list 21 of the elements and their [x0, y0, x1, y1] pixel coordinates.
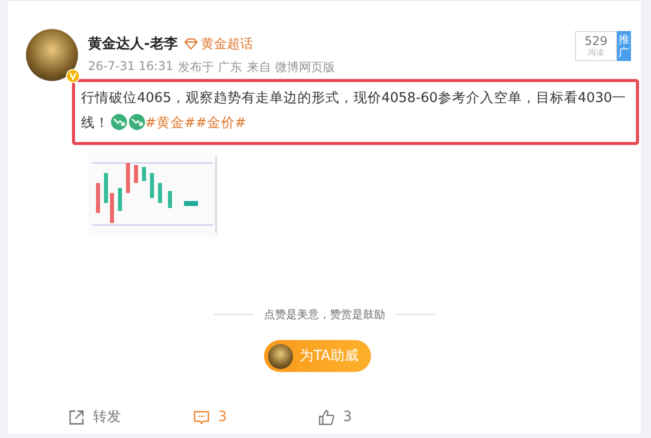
share-icon	[68, 408, 85, 426]
post-text: 行情破位4065，观察趋势有走单边的形式，现价4058-60参考介入空单，目标看4030一线！ #黄金##金价#	[72, 79, 639, 145]
promote-button[interactable]: 推广	[617, 31, 631, 61]
post-time: 26-7-31 16:31	[88, 59, 174, 75]
trend-down-emoji-icon	[129, 114, 145, 130]
cheer-button[interactable]: 为TA助威	[264, 340, 371, 372]
trend-down-emoji-icon	[111, 114, 127, 130]
comment-icon	[193, 408, 210, 426]
read-count-box: 529 阅读	[575, 31, 617, 61]
hashtag-link[interactable]: #黄金#	[145, 115, 196, 131]
comment-action[interactable]: 3	[193, 408, 318, 426]
hashtag-link[interactable]: #金价#	[196, 115, 246, 131]
post-location: 发布于 广东	[178, 59, 242, 76]
repost-action[interactable]: 转发	[68, 408, 193, 426]
reward-slogan: 点赞是美意，赞赏是鼓励	[264, 307, 385, 322]
post-source: 来自 微博网页版	[247, 59, 335, 76]
thumbs-up-icon	[318, 408, 335, 426]
like-action[interactable]: 3	[318, 408, 443, 426]
author-name[interactable]: 黄金达人-老李	[88, 35, 178, 53]
avatar[interactable]	[26, 29, 78, 81]
topic-badge[interactable]: 黄金超话	[184, 35, 253, 53]
